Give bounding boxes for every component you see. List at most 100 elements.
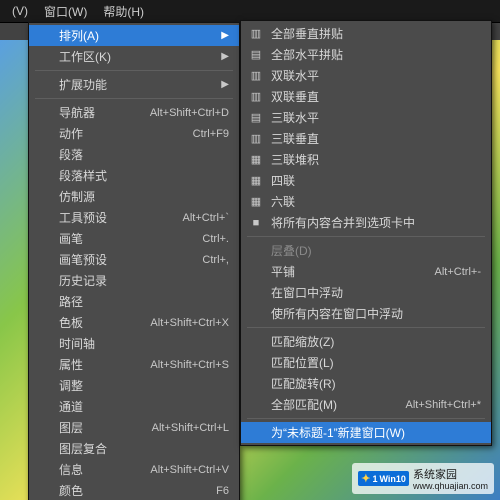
menu-item-label: 导航器: [59, 104, 95, 121]
menu-item-label: 为“未标题-1”新建窗口(W): [271, 424, 405, 441]
arrange-menu-item: 层叠(D): [241, 240, 491, 261]
arrange-menu-item[interactable]: 匹配旋转(R): [241, 373, 491, 394]
submenu-arrow-icon: ▶: [221, 51, 229, 62]
menu-window[interactable]: 窗口(W): [36, 1, 95, 22]
menu-item-shortcut: Alt+Ctrl+`: [183, 212, 229, 224]
menu-item-label: 匹配旋转(R): [271, 375, 336, 392]
arrange-menu-item[interactable]: ■ 将所有内容合并到选项卡中: [241, 212, 491, 233]
menu-item-label: 颜色: [59, 482, 83, 499]
window-menu-item[interactable]: 工作区(K) ▶: [29, 46, 239, 67]
arrange-menu-item[interactable]: ▦ 四联: [241, 170, 491, 191]
menu-item-label: 工作区(K): [59, 48, 111, 65]
menu-separator: [35, 70, 233, 71]
window-menu-item[interactable]: 画笔 Ctrl+.: [29, 228, 239, 249]
window-menu-item[interactable]: 时间轴: [29, 333, 239, 354]
arrange-menu-item[interactable]: ▤三联水平: [241, 107, 491, 128]
arrange-menu-item[interactable]: ▥全部垂直拼贴: [241, 23, 491, 44]
menu-item-label: 全部水平拼贴: [271, 46, 343, 63]
watermark-url: www.qhuajian.com: [413, 482, 488, 491]
menu-item-label: 图层: [59, 419, 83, 436]
watermark-text: 系统家园: [413, 469, 457, 481]
menu-help[interactable]: 帮助(H): [95, 1, 152, 22]
arrange-menu-item[interactable]: ▤ 全部水平拼贴: [241, 44, 491, 65]
menu-view[interactable]: (V): [4, 2, 36, 20]
layout-icon: ▦: [247, 174, 265, 187]
layout-icon: ■: [247, 217, 265, 229]
menu-separator: [247, 236, 485, 237]
menu-item-label: 信息: [59, 461, 83, 478]
menu-item-label: 在窗口中浮动: [271, 284, 343, 301]
menu-item-label: 仿制源: [59, 188, 95, 205]
arrange-menu-item[interactable]: 全部匹配(M)Alt+Shift+Ctrl+*: [241, 394, 491, 415]
menu-separator: [247, 327, 485, 328]
window-menu: 排列(A)▶ 工作区(K) ▶ 扩展功能▶ 导航器Alt+Shift+Ctrl+D动作C…: [28, 22, 240, 500]
menu-item-label: 排列(A): [59, 27, 99, 44]
layout-icon: ▦: [247, 153, 265, 166]
menu-item-label: 使所有内容在窗口中浮动: [271, 305, 403, 322]
menu-item-shortcut: Alt+Ctrl+-: [435, 266, 481, 278]
window-menu-item[interactable]: 图层 Alt+Shift+Ctrl+L: [29, 417, 239, 438]
arrange-menu-item[interactable]: 匹配位置(L): [241, 352, 491, 373]
window-menu-item[interactable]: 通道: [29, 396, 239, 417]
arrange-menu-item[interactable]: 在窗口中浮动: [241, 282, 491, 303]
window-menu-item[interactable]: 历史记录: [29, 270, 239, 291]
window-menu-item[interactable]: 仿制源: [29, 186, 239, 207]
menu-item-label: 扩展功能: [59, 76, 107, 93]
menu-item-shortcut: F6: [216, 485, 229, 497]
menu-item-label: 段落样式: [59, 167, 107, 184]
menu-item-label: 层叠(D): [271, 242, 312, 259]
window-menu-item[interactable]: 动作Ctrl+F9: [29, 123, 239, 144]
layout-icon: ▥: [247, 90, 265, 103]
arrange-menu-item[interactable]: 为“未标题-1”新建窗口(W): [241, 422, 491, 443]
window-menu-item[interactable]: 信息 Alt+Shift+Ctrl+V: [29, 459, 239, 480]
layout-icon: ▥: [247, 132, 265, 145]
arrange-menu-item[interactable]: ▦六联: [241, 191, 491, 212]
window-menu-item[interactable]: 属性 Alt+Shift+Ctrl+S: [29, 354, 239, 375]
menu-item-label: 四联: [271, 172, 295, 189]
window-menu-item[interactable]: 颜色 F6: [29, 480, 239, 500]
arrange-menu-item[interactable]: 使所有内容在窗口中浮动: [241, 303, 491, 324]
menu-item-shortcut: Ctrl+.: [202, 233, 229, 245]
menu-item-shortcut: Alt+Shift+Ctrl+V: [150, 464, 229, 476]
arrange-menu-item[interactable]: ▥ 双联水平: [241, 65, 491, 86]
menu-item-label: 画笔: [59, 230, 83, 247]
menu-item-shortcut: Ctrl+,: [202, 254, 229, 266]
window-menu-item[interactable]: 调整: [29, 375, 239, 396]
menu-item-label: 历史记录: [59, 272, 107, 289]
menu-item-label: 段落: [59, 146, 83, 163]
arrange-submenu: ▥全部垂直拼贴▤全部水平拼贴▥双联水平▥双联垂直▤三联水平▥三联垂直▦三联堆积▦…: [240, 20, 492, 446]
window-menu-item[interactable]: 段落: [29, 144, 239, 165]
window-menu-item[interactable]: 工具预设 Alt+Ctrl+`: [29, 207, 239, 228]
window-menu-item[interactable]: 路径: [29, 291, 239, 312]
arrange-menu-item[interactable]: ▦三联堆积: [241, 149, 491, 170]
menu-item-label: 工具预设: [59, 209, 107, 226]
menu-item-label: 三联垂直: [271, 130, 319, 147]
menu-item-label: 双联水平: [271, 67, 319, 84]
layout-icon: ▥: [247, 69, 265, 82]
menu-item-label: 将所有内容合并到选项卡中: [271, 214, 415, 231]
menu-item-label: 通道: [59, 398, 83, 415]
menu-item-shortcut: Alt+Shift+Ctrl+S: [150, 359, 229, 371]
window-menu-item[interactable]: 排列(A)▶: [29, 25, 239, 46]
menu-item-label: 路径: [59, 293, 83, 310]
layout-icon: ▤: [247, 48, 265, 61]
window-menu-item[interactable]: 段落样式: [29, 165, 239, 186]
menu-item-label: 属性: [59, 356, 83, 373]
menu-separator: [35, 98, 233, 99]
menu-item-label: 全部垂直拼贴: [271, 25, 343, 42]
menu-item-label: 调整: [59, 377, 83, 394]
menu-item-label: 匹配缩放(Z): [271, 333, 334, 350]
window-menu-item[interactable]: 画笔预设Ctrl+,: [29, 249, 239, 270]
menu-item-shortcut: Alt+Shift+Ctrl+*: [405, 399, 481, 411]
menu-item-shortcut: Ctrl+F9: [193, 128, 229, 140]
window-menu-item[interactable]: 导航器Alt+Shift+Ctrl+D: [29, 102, 239, 123]
window-menu-item[interactable]: 扩展功能▶: [29, 74, 239, 95]
layout-icon: ▦: [247, 195, 265, 208]
menu-item-shortcut: Alt+Shift+Ctrl+L: [152, 422, 229, 434]
window-menu-item[interactable]: 色板Alt+Shift+Ctrl+X: [29, 312, 239, 333]
arrange-menu-item[interactable]: 匹配缩放(Z): [241, 331, 491, 352]
arrange-menu-item[interactable]: ▥双联垂直: [241, 86, 491, 107]
window-menu-item[interactable]: 图层复合: [29, 438, 239, 459]
arrange-menu-item[interactable]: 平铺Alt+Ctrl+-: [241, 261, 491, 282]
arrange-menu-item[interactable]: ▥ 三联垂直: [241, 128, 491, 149]
